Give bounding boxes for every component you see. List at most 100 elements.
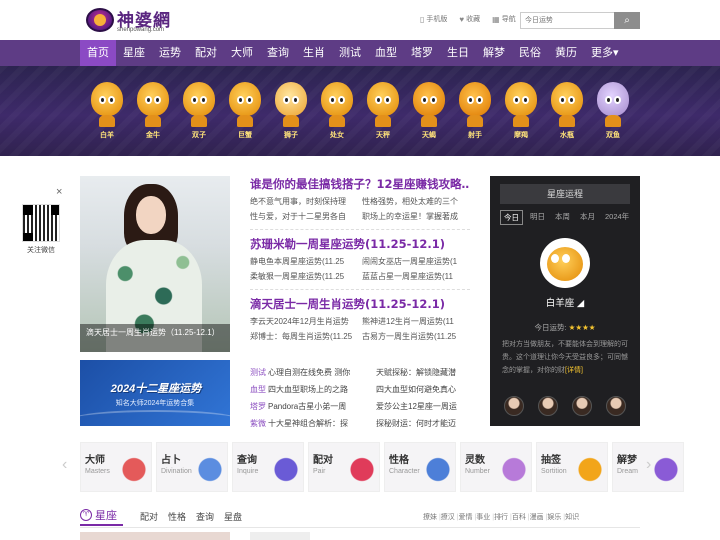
- test-category[interactable]: 紫微: [250, 415, 268, 432]
- headline-title[interactable]: 谁是你的最佳搞钱搭子？12星座赚钱攻略…: [250, 176, 470, 192]
- headline-link[interactable]: 性格强势，相处太难的三个: [362, 196, 470, 208]
- fortune-tab[interactable]: 2024年: [602, 210, 632, 225]
- section-link[interactable]: 知识: [565, 512, 579, 522]
- search-input[interactable]: [520, 12, 615, 29]
- zodiac-sign[interactable]: 摩羯: [498, 74, 544, 144]
- test-link[interactable]: Pandora古星小弟一周: [268, 398, 376, 415]
- close-icon[interactable]: ×: [56, 186, 62, 198]
- zodiac-sign[interactable]: 白羊: [84, 74, 130, 144]
- section-link[interactable]: 百科: [512, 512, 530, 522]
- nav-item[interactable]: 解梦: [476, 40, 512, 66]
- nav-item[interactable]: 民俗: [512, 40, 548, 66]
- nav-item[interactable]: 大师: [224, 40, 260, 66]
- toplink-favorite[interactable]: ♥ 收藏: [459, 14, 480, 24]
- zodiac-sign[interactable]: 双子: [176, 74, 222, 144]
- zodiac-sign[interactable]: 处女: [314, 74, 360, 144]
- zodiac-sign[interactable]: 巨蟹: [222, 74, 268, 144]
- nav-item[interactable]: 更多▾: [584, 40, 626, 66]
- headline-link[interactable]: 性与爱，对于十二星男各自: [250, 211, 362, 223]
- toplink-mobile[interactable]: ▯ 手机版: [420, 14, 447, 24]
- headline-link[interactable]: 蓝蓝占星一周星座运势(11: [362, 271, 470, 283]
- section-tab[interactable]: 配对: [140, 510, 158, 523]
- fortune-tab[interactable]: 本月: [577, 210, 598, 225]
- category-2[interactable]: 查询 Inquire: [232, 442, 304, 492]
- master-avatar[interactable]: [504, 396, 524, 416]
- zodiac-sign[interactable]: 双鱼: [590, 74, 636, 144]
- section-title-block[interactable]: ♈ 星座: [80, 506, 123, 526]
- test-link[interactable]: 四大血型职场上的之路: [268, 381, 376, 398]
- nav-item[interactable]: 生肖: [296, 40, 332, 66]
- aries-avatar[interactable]: [540, 238, 590, 288]
- feature-caption[interactable]: 滴天居士一周生肖运势（11.25-12.1）: [80, 324, 230, 352]
- section-link[interactable]: 娱乐: [547, 512, 565, 522]
- category-4[interactable]: 性格 Character: [384, 442, 456, 492]
- nav-item[interactable]: 配对: [188, 40, 224, 66]
- section-link[interactable]: 事业: [476, 512, 494, 522]
- zodiac-sign[interactable]: 水瓶: [544, 74, 590, 144]
- fortune-tab[interactable]: 今日: [500, 210, 523, 225]
- headline-title[interactable]: 苏珊米勒一周星座运势(11.25-12.1): [250, 236, 470, 252]
- section-tab[interactable]: 星盘: [224, 510, 242, 523]
- section-link[interactable]: 撩汉: [441, 512, 459, 522]
- nav-item[interactable]: 星座: [116, 40, 152, 66]
- headline-link[interactable]: 闹闹女巫店一周星座运势(1: [362, 256, 470, 268]
- test-category[interactable]: 测试: [250, 364, 268, 381]
- headline-link[interactable]: 柔敏狠一周星座运势(11.25: [250, 271, 362, 283]
- headline-link[interactable]: 古易方一周生肖运势(11.25: [362, 331, 470, 343]
- zodiac-sign[interactable]: 天蝎: [406, 74, 452, 144]
- headline-link[interactable]: 李云天2024年12月生肖运势: [250, 316, 362, 328]
- test-link[interactable]: 十大星神组合解析：探: [268, 415, 376, 432]
- zodiac-sign[interactable]: 射手: [452, 74, 498, 144]
- headline-link[interactable]: 郑博士：每周生肖运势(11.25: [250, 331, 362, 343]
- site-logo[interactable]: 神婆網 shenpowang.com: [86, 6, 176, 36]
- section-tab[interactable]: 查询: [196, 510, 214, 523]
- chevron-left-icon[interactable]: ‹: [62, 456, 67, 474]
- test-link[interactable]: 天赋探秘：解锁隐藏潜: [376, 364, 470, 381]
- test-link[interactable]: 四大血型如何避免真心: [376, 381, 470, 398]
- category-3[interactable]: 配对 Pair: [308, 442, 380, 492]
- master-avatar[interactable]: [572, 396, 592, 416]
- nav-item[interactable]: 黄历: [548, 40, 584, 66]
- test-link[interactable]: 心理自测在线免费 测你: [268, 364, 376, 381]
- fortune-detail-link[interactable]: [详情]: [565, 367, 583, 374]
- master-avatar[interactable]: [606, 396, 626, 416]
- headline-link[interactable]: 熊神进12生肖一周运势(11: [362, 316, 470, 328]
- test-link[interactable]: 爱莎公主12星座一周运: [376, 398, 470, 415]
- category-0[interactable]: 大师 Masters: [80, 442, 152, 492]
- nav-item[interactable]: 运势: [152, 40, 188, 66]
- section-link[interactable]: 爱情: [459, 512, 477, 522]
- section-tab[interactable]: 性格: [168, 510, 186, 523]
- test-link[interactable]: 探秘财运：何时才能迈: [376, 415, 470, 432]
- headline-link[interactable]: 职场上的幸运星！掌握著成: [362, 211, 470, 223]
- category-1[interactable]: 占卜 Divination: [156, 442, 228, 492]
- test-category[interactable]: 血型: [250, 381, 268, 398]
- content-thumbnail[interactable]: [80, 532, 230, 540]
- search-button[interactable]: ⌕: [614, 12, 640, 29]
- headline-link[interactable]: 绝不意气用事，时刻保持理: [250, 196, 362, 208]
- nav-item[interactable]: 首页: [80, 40, 116, 66]
- category-6[interactable]: 抽签 Sortition: [536, 442, 608, 492]
- headline-link[interactable]: 静电鱼本周星座运势(11.25: [250, 256, 362, 268]
- headline-title[interactable]: 滴天居士一周生肖运势(11.25-12.1): [250, 296, 470, 312]
- zodiac-sign[interactable]: 狮子: [268, 74, 314, 144]
- section-link[interactable]: 漫画: [530, 512, 548, 522]
- fortune-sign-name[interactable]: 白羊座 ◢: [490, 295, 640, 309]
- category-5[interactable]: 灵数 Number: [460, 442, 532, 492]
- nav-item[interactable]: 塔罗: [404, 40, 440, 66]
- chevron-right-icon[interactable]: ›: [646, 456, 651, 474]
- zodiac-sign[interactable]: 金牛: [130, 74, 176, 144]
- nav-item[interactable]: 查询: [260, 40, 296, 66]
- fortune-tab[interactable]: 本周: [552, 210, 573, 225]
- section-link[interactable]: 排行: [494, 512, 512, 522]
- toplink-navigation[interactable]: ▦ 导航: [492, 14, 516, 24]
- promo-banner[interactable]: 2024十二星座运势 知名大师2024年运势合集: [80, 360, 230, 426]
- feature-image[interactable]: 滴天居士一周生肖运势（11.25-12.1）: [80, 176, 230, 352]
- nav-item[interactable]: 血型: [368, 40, 404, 66]
- nav-item[interactable]: 测试: [332, 40, 368, 66]
- fortune-tab[interactable]: 明日: [527, 210, 548, 225]
- section-link[interactable]: 撩妹: [423, 512, 441, 522]
- test-category[interactable]: 塔罗: [250, 398, 268, 415]
- master-avatar[interactable]: [538, 396, 558, 416]
- zodiac-sign[interactable]: 天秤: [360, 74, 406, 144]
- nav-item[interactable]: 生日: [440, 40, 476, 66]
